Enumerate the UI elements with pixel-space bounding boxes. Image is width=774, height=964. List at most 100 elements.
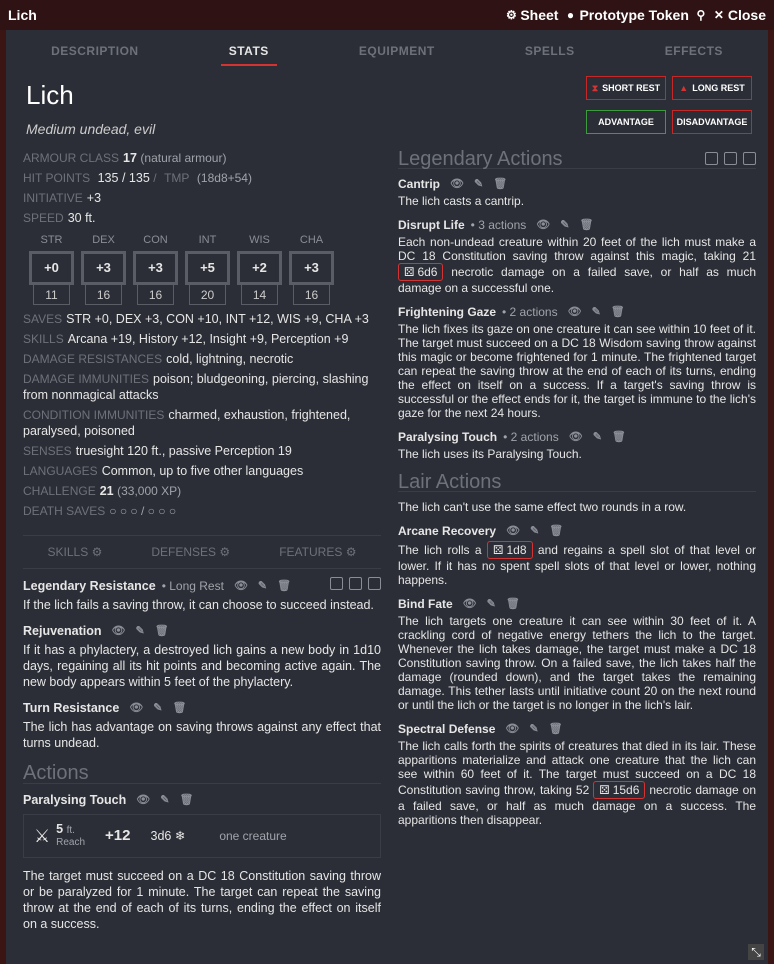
tab-description[interactable]: DESCRIPTION (43, 38, 147, 66)
trash-icon[interactable]: 🗑 (579, 218, 593, 232)
edit-icon[interactable]: ✎ (487, 597, 496, 611)
trash-icon[interactable]: 🗑 (612, 430, 626, 444)
ability-mod[interactable]: +3 (133, 251, 178, 285)
close-button[interactable]: ✕ Close (713, 7, 766, 23)
ability-score[interactable]: 11 (33, 285, 70, 305)
legendary-desc-part: necrotic damage on a failed save, or hal… (398, 265, 756, 295)
charge-checkbox[interactable] (368, 577, 381, 590)
charge-checkbox[interactable] (330, 577, 343, 590)
trash-icon[interactable]: 🗑 (277, 578, 291, 594)
ability-con[interactable]: CON +3 16 (133, 232, 178, 305)
short-rest-button[interactable]: ⧗ SHORT REST (586, 76, 666, 100)
title-bar[interactable]: Lich ⚙ Sheet ● Prototype Token ⚲ ✕ Close (0, 0, 774, 30)
ability-mod[interactable]: +5 (185, 251, 230, 285)
edit-icon[interactable]: ✎ (560, 218, 569, 232)
skills-config-button[interactable]: SKILLS ⚙ (48, 544, 103, 560)
edit-icon[interactable]: ✎ (160, 792, 169, 808)
trash-icon[interactable]: 🗑 (173, 700, 187, 716)
long-rest-button[interactable]: ▲ LONG REST (672, 76, 752, 100)
ability-score[interactable]: 20 (189, 285, 226, 305)
eye-icon[interactable]: 👁 (568, 305, 582, 319)
trash-icon[interactable]: 🗑 (611, 305, 625, 319)
tab-stats[interactable]: STATS (220, 38, 277, 66)
edit-icon[interactable]: ✎ (592, 305, 601, 319)
ability-int[interactable]: INT +5 20 (185, 232, 230, 305)
tab-spells[interactable]: SPELLS (517, 38, 583, 66)
eye-icon[interactable]: 👁 (569, 430, 583, 444)
hp-max[interactable]: 135 (129, 171, 150, 185)
charge-checkbox[interactable] (705, 152, 718, 165)
trash-icon[interactable]: 🗑 (493, 177, 507, 191)
edit-icon[interactable]: ✎ (529, 722, 538, 736)
legendary-name[interactable]: Cantrip (398, 177, 440, 191)
eye-icon[interactable]: 👁 (463, 597, 477, 611)
ability-mod[interactable]: +2 (237, 251, 282, 285)
edit-icon[interactable]: ✎ (474, 177, 483, 191)
edit-icon[interactable]: ✎ (530, 524, 539, 538)
eye-icon[interactable]: 👁 (505, 722, 519, 736)
charge-checkbox[interactable] (349, 577, 362, 590)
charge-checkbox[interactable] (743, 152, 756, 165)
ability-dex[interactable]: DEX +3 16 (81, 232, 126, 305)
eye-icon[interactable]: 👁 (450, 177, 464, 191)
advantage-button[interactable]: ADVANTAGE (586, 110, 666, 134)
initiative-label[interactable]: INITIATIVE (23, 191, 83, 205)
ac-value[interactable]: 17 (123, 151, 137, 165)
features-config-button[interactable]: FEATURES ⚙ (279, 544, 356, 560)
ability-mod[interactable]: +3 (81, 251, 126, 285)
legendary-name[interactable]: Paralysing Touch (398, 430, 497, 444)
action-name[interactable]: Paralysing Touch (23, 792, 126, 808)
edit-icon[interactable]: ✎ (258, 578, 267, 594)
legendary-name[interactable]: Disrupt Life (398, 218, 465, 232)
eye-icon[interactable]: 👁 (234, 578, 248, 594)
ability-score[interactable]: 16 (85, 285, 122, 305)
roll-button[interactable]: ⚄ 1d8 (487, 541, 533, 559)
resize-handle[interactable]: ⤡ (748, 944, 764, 960)
feature-name[interactable]: Turn Resistance (23, 700, 119, 716)
ability-mod[interactable]: +0 (29, 251, 74, 285)
legendary-name[interactable]: Frightening Gaze (398, 305, 496, 319)
tab-effects[interactable]: EFFECTS (657, 38, 731, 66)
trash-icon[interactable]: 🗑 (179, 792, 193, 808)
ability-score[interactable]: 16 (293, 285, 330, 305)
lair-name[interactable]: Arcane Recovery (398, 524, 496, 538)
damage-block[interactable]: 3d6 ❄ (151, 828, 186, 844)
feature-name[interactable]: Rejuvenation (23, 623, 102, 639)
edit-icon[interactable]: ✎ (593, 430, 602, 444)
pin-button[interactable]: ⚲ (695, 9, 707, 21)
tmp-label[interactable]: TMP (164, 171, 189, 185)
defenses-config-button[interactable]: DEFENSES ⚙ (151, 544, 230, 560)
edit-icon[interactable]: ✎ (135, 623, 144, 639)
to-hit-bonus[interactable]: +12 (105, 828, 130, 844)
creature-name[interactable]: Lich (26, 80, 155, 111)
hp-value[interactable]: 135 (98, 171, 119, 185)
ability-mod[interactable]: +3 (289, 251, 334, 285)
eye-icon[interactable]: 👁 (129, 700, 143, 716)
eye-icon[interactable]: 👁 (536, 218, 550, 232)
prototype-token-button[interactable]: ● Prototype Token (564, 7, 689, 23)
sheet-button[interactable]: ⚙ Sheet (505, 7, 559, 23)
ability-cha[interactable]: CHA +3 16 (289, 232, 334, 305)
trash-icon[interactable]: 🗑 (549, 722, 563, 736)
charge-checkbox[interactable] (724, 152, 737, 165)
damage-roll-button[interactable]: ⚄ 15d6 (593, 781, 646, 799)
trash-icon[interactable]: 🗑 (506, 597, 520, 611)
ability-wis[interactable]: WIS +2 14 (237, 232, 282, 305)
damage-roll-button[interactable]: ⚄ 6d6 (398, 263, 444, 281)
tab-equipment[interactable]: EQUIPMENT (351, 38, 443, 66)
trash-icon[interactable]: 🗑 (155, 623, 169, 639)
disadvantage-button[interactable]: DISADVANTAGE (672, 110, 752, 134)
lair-name[interactable]: Spectral Defense (398, 722, 495, 736)
feature-name[interactable]: Legendary Resistance (23, 578, 156, 594)
eye-icon[interactable]: 👁 (506, 524, 520, 538)
ability-score[interactable]: 14 (241, 285, 278, 305)
ability-str[interactable]: STR +0 11 (29, 232, 74, 305)
eye-icon[interactable]: 👁 (112, 623, 126, 639)
ability-score[interactable]: 16 (137, 285, 174, 305)
edit-icon[interactable]: ✎ (153, 700, 162, 716)
lair-name[interactable]: Bind Fate (398, 597, 453, 611)
death-saves-value[interactable]: ○ ○ ○ / ○ ○ ○ (109, 504, 176, 518)
trash-icon[interactable]: 🗑 (549, 524, 563, 538)
attack-card[interactable]: ⚔ 5 ft. Reach +12 3d6 ❄ one creature (23, 814, 381, 858)
eye-icon[interactable]: 👁 (136, 792, 150, 808)
